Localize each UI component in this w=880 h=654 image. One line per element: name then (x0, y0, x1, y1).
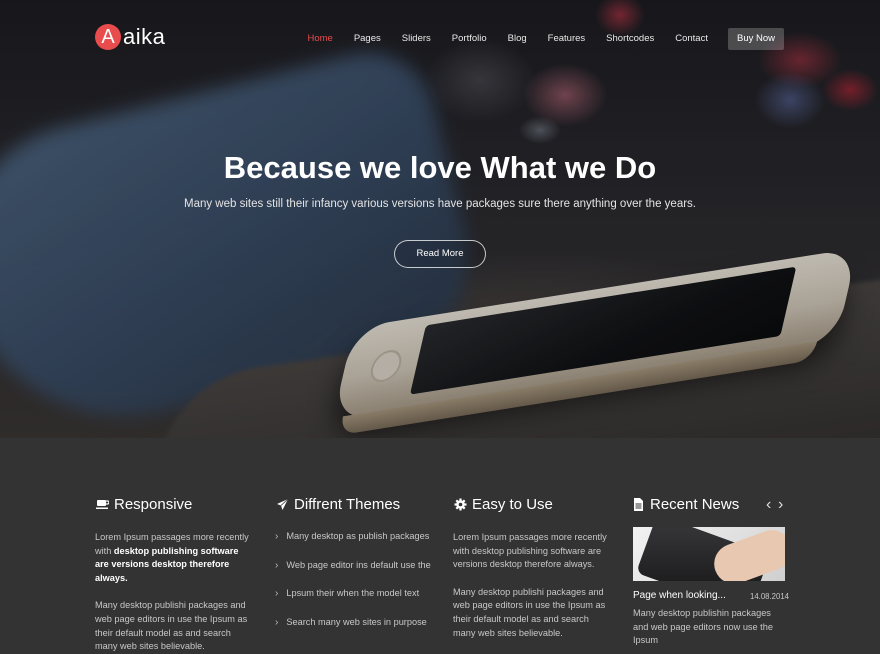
responsive-text-2: Many desktop publishi packages and web p… (95, 600, 248, 652)
paper-plane-icon (275, 497, 289, 511)
nav-item-shortcodes[interactable]: Shortcodes (606, 28, 654, 50)
news-item-title[interactable]: Page when looking... (633, 590, 726, 601)
nav-item-sliders[interactable]: Sliders (402, 28, 431, 50)
feature-title-easy: Easy to Use (472, 495, 553, 513)
logo-badge: A (95, 24, 121, 50)
news-thumbnail[interactable] (633, 527, 785, 581)
site-logo[interactable]: A aika (95, 24, 165, 50)
nav-item-features[interactable]: Features (548, 28, 586, 50)
nav-item-pages[interactable]: Pages (354, 28, 381, 50)
news-item-date: 14.08.2014 (750, 592, 790, 601)
list-item[interactable]: › Search many web sites in purpose (275, 617, 435, 646)
nav-item-portfolio[interactable]: Portfolio (452, 28, 487, 50)
recent-news-title: Recent News (650, 495, 740, 513)
hero-subtitle: Many web sites still their infancy vario… (183, 198, 696, 210)
chevron-right-icon: › (275, 531, 279, 542)
buy-now-button[interactable]: Buy Now (727, 28, 784, 50)
list-item[interactable]: › Web page editor ins default use the (275, 560, 435, 589)
easy-text-2: Many desktop publishi packages and web p… (453, 586, 606, 638)
feature-responsive: Responsive Lorem Ipsum passages more rec… (95, 495, 250, 654)
nav-item-blog[interactable]: Blog (508, 28, 527, 50)
responsive-text-1-bold: desktop publishing software are versions… (95, 545, 239, 583)
feature-easy: Easy to Use Lorem Ipsum passages more re… (453, 495, 608, 640)
chevron-right-icon: › (275, 616, 279, 628)
list-item[interactable]: › Many desktop as publish packages (275, 531, 435, 560)
main-nav: Home Pages Sliders Portfolio Blog Featur… (286, 28, 784, 50)
read-more-button[interactable]: Read More (394, 240, 486, 268)
easy-text-1: Lorem Ipsum passages more recently with … (453, 532, 607, 570)
list-item[interactable]: › Lpsum their when the model text (275, 588, 435, 617)
feature-title-themes: Diffrent Themes (294, 495, 401, 513)
coffee-cup-icon (95, 497, 109, 511)
chevron-left-icon[interactable]: ‹ (766, 497, 778, 513)
nav-item-contact[interactable]: Contact (675, 28, 708, 50)
hero-title: Because we love What we Do (223, 150, 657, 185)
gear-icon (453, 497, 467, 511)
hero-section: A aika Home Pages Sliders Portfolio Blog… (0, 0, 880, 438)
chevron-right-icon: › (275, 588, 279, 599)
feature-themes: Diffrent Themes › Many desktop as publish… (275, 495, 435, 645)
chevron-right-icon: › (275, 559, 279, 571)
themes-list: › Many desktop as publish packages › Web p… (275, 531, 435, 645)
news-pager: ‹ › (766, 497, 790, 513)
nav-item-home[interactable]: Home (307, 28, 332, 50)
chevron-right-icon[interactable]: › (778, 497, 790, 513)
feature-title-responsive: Responsive (114, 495, 193, 513)
recent-news: Recent News (631, 495, 786, 513)
document-icon (631, 497, 645, 511)
news-item-text: Many desktop publishin packages and web … (633, 608, 773, 646)
logo-wordmark: aika (123, 24, 166, 49)
